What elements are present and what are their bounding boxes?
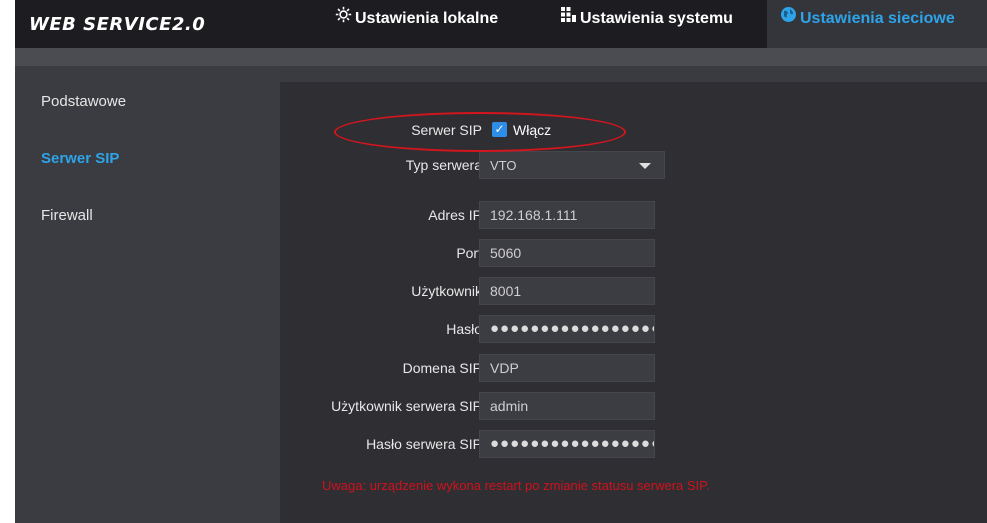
- tab-local-settings-label: Ustawienia lokalne: [355, 10, 499, 28]
- server-type-value: VTO: [490, 158, 517, 173]
- tab-system-settings-label: Ustawienia systemu: [580, 10, 733, 28]
- grid-icon: [560, 0, 577, 38]
- row-server-type: Typ serwera VTO: [280, 151, 987, 179]
- restart-warning-note: Uwaga: urządzenie wykona restart po zmia…: [322, 478, 710, 493]
- ip-address-input[interactable]: 192.168.1.111: [479, 201, 655, 229]
- port-input[interactable]: 5060: [479, 239, 655, 267]
- password-label: Hasło: [446, 321, 482, 337]
- password-input[interactable]: ●●●●●●●●●●●●●●●●●●: [479, 315, 655, 343]
- user-input[interactable]: 8001: [479, 277, 655, 305]
- server-user-input[interactable]: admin: [479, 392, 655, 420]
- server-type-label: Typ serwera: [405, 157, 482, 173]
- top-navigation-bar: WEB SERVICE2.0 Ustawienia lokalne Ustawi…: [15, 0, 987, 48]
- sip-domain-input[interactable]: VDP: [479, 354, 655, 382]
- tab-network-settings-label: Ustawienia sieciowe: [800, 10, 955, 28]
- tab-local-settings[interactable]: Ustawienia lokalne: [335, 0, 498, 48]
- sip-settings-panel: Serwer SIP ✓ Włącz Typ serwera VTO Adres…: [280, 82, 987, 523]
- row-password: Hasło ●●●●●●●●●●●●●●●●●●: [280, 315, 987, 343]
- server-password-label: Hasło serwera SIP: [366, 436, 482, 452]
- row-server-user: Użytkownik serwera SIP admin: [280, 392, 987, 420]
- sidebar-item-firewall[interactable]: Firewall: [41, 207, 93, 224]
- row-user: Użytkownik 8001: [280, 277, 987, 305]
- sidebar-item-sip-server[interactable]: Serwer SIP: [41, 150, 119, 167]
- app-logo: WEB SERVICE2.0: [29, 14, 206, 35]
- row-port: Port 5060: [280, 239, 987, 267]
- server-password-input[interactable]: ●●●●●●●●●●●●●●●●●●: [479, 430, 655, 458]
- sip-domain-label: Domena SIP: [402, 360, 482, 376]
- row-sip-domain: Domena SIP VDP: [280, 354, 987, 382]
- tab-network-settings[interactable]: Ustawienia sieciowe: [767, 0, 987, 48]
- header-divider-strip: [15, 48, 987, 66]
- ip-address-label: Adres IP: [428, 207, 482, 223]
- app-window: WEB SERVICE2.0 Ustawienia lokalne Ustawi…: [15, 0, 987, 523]
- annotation-highlight-ellipse: [334, 112, 626, 152]
- user-label: Użytkownik: [411, 283, 482, 299]
- sidebar: Podstawowe Serwer SIP Firewall: [15, 66, 280, 523]
- globe-icon: [780, 0, 797, 38]
- chevron-down-icon: [639, 163, 651, 169]
- gear-icon: [335, 0, 352, 38]
- server-type-select[interactable]: VTO: [479, 151, 665, 179]
- row-ip-address: Adres IP 192.168.1.111: [280, 201, 987, 229]
- row-server-password: Hasło serwera SIP ●●●●●●●●●●●●●●●●●●: [280, 430, 987, 458]
- sidebar-item-basic[interactable]: Podstawowe: [41, 93, 126, 110]
- tab-system-settings[interactable]: Ustawienia systemu: [560, 0, 733, 48]
- server-user-label: Użytkownik serwera SIP: [331, 398, 482, 414]
